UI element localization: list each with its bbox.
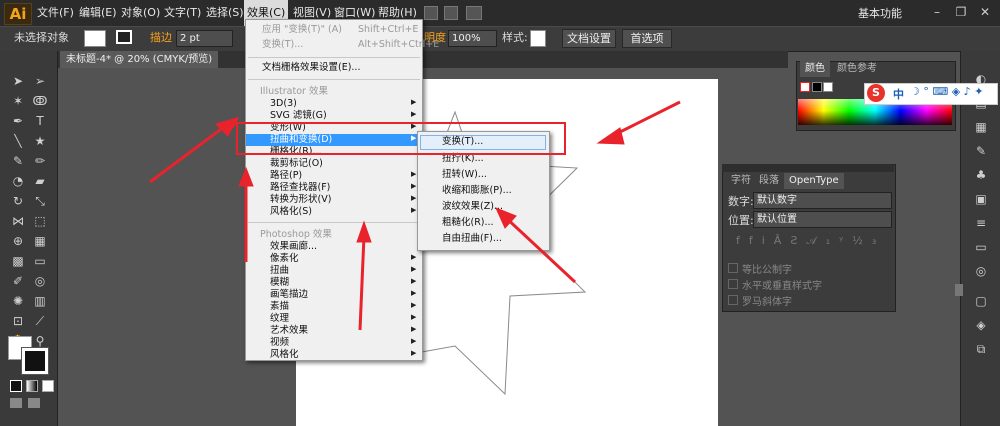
menu-item-convert-shape[interactable]: 转换为形状(V) (270, 194, 331, 206)
appearance-icon[interactable]: ▢ (971, 292, 991, 310)
checkbox-alternates-label: 水平或垂直样式字 (742, 281, 822, 292)
submenu-arrow-icon: ▶ (411, 134, 417, 142)
white-swatch[interactable] (823, 82, 833, 92)
brushes-icon[interactable]: ✎ (971, 142, 991, 160)
opentype-feature-icons[interactable]: ffiĀƧ𝒜₁ʸ½₃ (736, 234, 885, 248)
tab-paragraph[interactable]: 段落 (754, 173, 784, 189)
ime-icons[interactable]: ☽ ° ⌨ ◈ ♪ ✦ (910, 85, 983, 98)
menu-item-distort-transform[interactable]: 扭曲和变换(D) (270, 134, 332, 146)
tab-opentype[interactable]: OpenType (784, 173, 844, 189)
submenu-arrow-icon: ▶ (411, 277, 417, 285)
position-select[interactable]: 默认位置 (753, 211, 892, 228)
submenu-item-free-distort[interactable]: 自由扭曲(F)... (442, 233, 502, 245)
submenu-item-pucker[interactable]: 扭拧(K)... (442, 153, 484, 165)
submenu-arrow-icon: ▶ (411, 301, 417, 309)
submenu-arrow-icon: ▶ (411, 265, 417, 273)
last-effect[interactable]: 变换(T)... Alt+Shift+Ctrl+E (246, 39, 439, 51)
tab-character[interactable]: 字符 (726, 173, 756, 189)
menu-item-path[interactable]: 路径(P) (270, 170, 302, 182)
submenu-arrow-icon: ▶ (411, 337, 417, 345)
submenu-arrow-icon: ▶ (411, 194, 417, 202)
menu-item-svg-filters[interactable]: SVG 滤镜(G) (270, 110, 327, 122)
submenu-arrow-icon: ▶ (411, 110, 417, 118)
submenu-arrow-icon: ▶ (411, 182, 417, 190)
submenu-arrow-icon: ▶ (411, 313, 417, 321)
submenu-arrow-icon: ▶ (411, 122, 417, 130)
checkbox-proportional-label: 等比公制字 (742, 265, 792, 276)
menu-item-pixelate[interactable]: 像素化 (270, 253, 299, 265)
layers-icon[interactable]: ◈ (971, 316, 991, 334)
graphic-styles-icon[interactable]: ▣ (971, 190, 991, 208)
raster-effects-settings[interactable]: 文档栅格效果设置(E)... (246, 62, 360, 74)
menu-item-pathfinder[interactable]: 路径查找器(F) (270, 182, 330, 194)
distort-transform-submenu: 变换(T)... 扭拧(K)... 扭转(W)... 收缩和膨胀(P)... 波… (417, 131, 550, 251)
submenu-item-transform[interactable]: 变换(T)... (442, 136, 483, 148)
menu-item-warp[interactable]: 变形(W) (270, 122, 306, 134)
submenu-arrow-icon: ▶ (411, 349, 417, 357)
submenu-arrow-icon: ▶ (411, 253, 417, 261)
stroke-panel-icon[interactable]: ≡ (971, 214, 991, 232)
menu-item-blur[interactable]: 模糊 (270, 277, 289, 289)
tab-color-guide[interactable]: 颜色参考 (832, 61, 882, 77)
menu-item-stylize[interactable]: 风格化(S) (270, 206, 312, 218)
checkbox-roman-italic[interactable] (728, 295, 738, 305)
symbols-icon[interactable]: ♣ (971, 166, 991, 184)
sogou-logo[interactable]: S (867, 84, 885, 102)
menu-item-ps-stylize[interactable]: 风格化 (270, 349, 299, 361)
menu-item-rasterize[interactable]: 栅格化(R)... (270, 146, 322, 158)
menu-item-sketch[interactable]: 素描 (270, 301, 289, 313)
illustrator-effects-header: Illustrator 效果 (260, 86, 328, 97)
menu-item-texture[interactable]: 纹理 (270, 313, 289, 325)
submenu-arrow-icon: ▶ (411, 289, 417, 297)
submenu-item-zig-zag[interactable]: 波纹效果(Z)... (442, 201, 503, 213)
position-label: 位置: (728, 214, 754, 227)
none-swatch[interactable] (800, 82, 810, 92)
tab-color[interactable]: 颜色 (800, 61, 830, 77)
numbers-select[interactable]: 默认数字 (753, 192, 892, 209)
submenu-arrow-icon: ▶ (411, 206, 417, 214)
submenu-arrow-icon: ▶ (411, 170, 417, 178)
photoshop-effects-header: Photoshop 效果 (260, 229, 332, 240)
menu-item-3d[interactable]: 3D(3) (270, 98, 297, 110)
menu-item-brush-strokes[interactable]: 画笔描边 (270, 289, 308, 301)
ime-language[interactable]: 中 (893, 86, 904, 102)
effect-menu: 应用 "变换(T)" (A) Shift+Ctrl+E 变换(T)... Alt+S… (245, 19, 439, 361)
black-swatch[interactable] (812, 82, 822, 92)
submenu-arrow-icon: ▶ (411, 98, 417, 106)
menu-item-crop-marks[interactable]: 裁剪标记(O) (270, 158, 323, 170)
numbers-label: 数字: (728, 195, 754, 208)
checkbox-proportional[interactable] (728, 263, 738, 273)
transparency-icon[interactable]: ◎ (971, 262, 991, 280)
dock-scrollbar[interactable] (955, 284, 963, 296)
swatches-icon[interactable]: ▦ (971, 118, 991, 136)
checkbox-roman-italic-label: 罗马斜体字 (742, 297, 792, 308)
submenu-arrow-icon: ▶ (411, 325, 417, 333)
apply-last-effect[interactable]: 应用 "变换(T)" (A) Shift+Ctrl+E (246, 24, 418, 36)
submenu-item-roughen[interactable]: 粗糙化(R)... (442, 217, 494, 229)
submenu-item-twist[interactable]: 扭转(W)... (442, 169, 487, 181)
checkbox-alternates[interactable] (728, 279, 738, 289)
menu-item-effect-gallery[interactable]: 效果画廊... (270, 241, 317, 253)
artboards-icon[interactable]: ⧉ (971, 340, 991, 358)
gradient-panel-icon[interactable]: ▭ (971, 238, 991, 256)
menu-item-video[interactable]: 视频 (270, 337, 289, 349)
menu-item-distort[interactable]: 扭曲 (270, 265, 289, 277)
submenu-item-pucker-bloat[interactable]: 收缩和膨胀(P)... (442, 185, 512, 197)
menu-item-artistic[interactable]: 艺术效果 (270, 325, 308, 337)
